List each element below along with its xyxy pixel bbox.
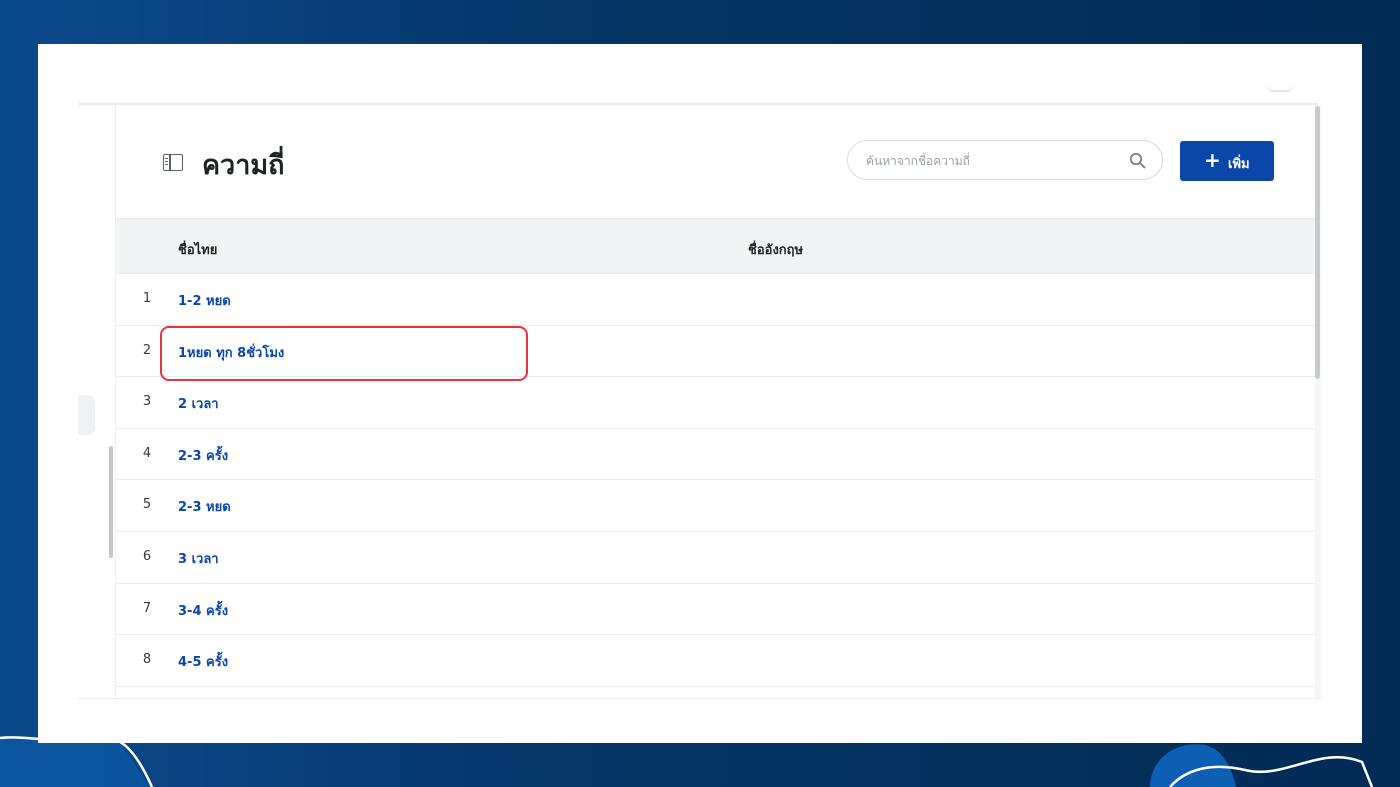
screenshot-card: ความถี่ + เพิ่ม ชื่อไทย ชื่ออังกฤษ 1 1-2 xyxy=(38,44,1362,743)
row-number: 2 xyxy=(142,342,152,358)
row-number: 4 xyxy=(142,445,152,461)
table-row[interactable]: 3 2 เวลา xyxy=(116,377,1316,429)
scrollbar-thumb[interactable] xyxy=(1315,106,1320,379)
row-number: 7 xyxy=(142,600,152,616)
table-row[interactable]: 5 2-3 หยด xyxy=(116,480,1316,532)
table-row[interactable]: 7 3-4 ครั้ง xyxy=(116,584,1316,636)
avatar[interactable] xyxy=(1266,84,1294,92)
row-thai-name-link[interactable]: 2 เวลา xyxy=(178,393,219,414)
row-thai-name-link[interactable]: 1หยด ทุก 8ชั่วโมง xyxy=(178,342,284,363)
table-row[interactable]: 4 2-3 ครั้ง xyxy=(116,429,1316,481)
table-header: ชื่อไทย ชื่ออังกฤษ xyxy=(116,218,1316,274)
table-row[interactable]: 1 1-2 หยด xyxy=(116,274,1316,326)
add-button[interactable]: + เพิ่ม xyxy=(1180,141,1274,181)
frequency-panel: ความถี่ + เพิ่ม ชื่อไทย ชื่ออังกฤษ 1 1-2 xyxy=(115,105,1316,698)
column-header-thai[interactable]: ชื่อไทย xyxy=(178,239,217,260)
table-row[interactable]: 8 4-5 ครั้ง xyxy=(116,635,1316,687)
sidebar-scrollbar[interactable] xyxy=(109,446,113,558)
search-icon[interactable] xyxy=(1129,152,1146,169)
sidebar-collapse-tab[interactable] xyxy=(78,395,95,435)
column-header-english[interactable]: ชื่ออังกฤษ xyxy=(748,239,803,260)
page-title: ความถี่ xyxy=(202,150,285,181)
add-button-label: เพิ่ม xyxy=(1228,157,1250,172)
frequency-table: ชื่อไทย ชื่ออังกฤษ 1 1-2 หยด 2 1หยด ทุก … xyxy=(116,218,1316,687)
row-number: 8 xyxy=(142,652,152,668)
row-number: 1 xyxy=(142,291,152,306)
book-open-icon xyxy=(163,154,183,171)
row-thai-name-link[interactable]: 3 เวลา xyxy=(178,548,219,569)
row-thai-name-link[interactable]: 3-4 ครั้ง xyxy=(178,600,228,621)
row-number: 6 xyxy=(142,548,152,564)
row-thai-name-link[interactable]: 2-3 ครั้ง xyxy=(178,445,228,466)
table-row[interactable]: 2 1หยด ทุก 8ชั่วโมง xyxy=(116,326,1316,378)
search-input[interactable] xyxy=(864,150,1118,172)
search-box[interactable] xyxy=(847,140,1163,180)
plus-icon: + xyxy=(1204,148,1221,172)
table-row[interactable]: 6 3 เวลา xyxy=(116,532,1316,584)
row-number: 5 xyxy=(142,497,152,513)
row-thai-name-link[interactable]: 4-5 ครั้ง xyxy=(178,651,228,672)
row-number: 3 xyxy=(142,394,152,410)
page-header: ความถี่ + เพิ่ม xyxy=(116,105,1316,218)
row-thai-name-link[interactable]: 1-2 หยด xyxy=(178,290,231,311)
divider xyxy=(78,698,1322,699)
row-thai-name-link[interactable]: 2-3 หยด xyxy=(178,496,231,517)
